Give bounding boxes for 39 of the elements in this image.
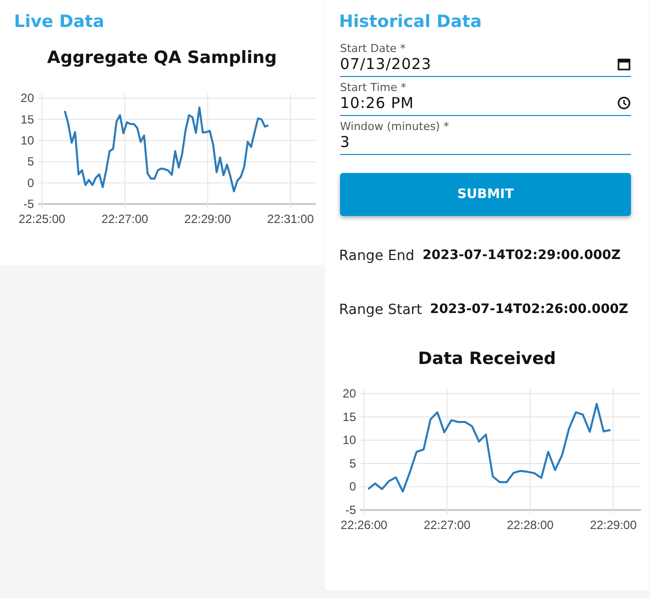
input-field[interactable]: Start Time * 10:26 PM [340,81,631,116]
axis-tick-label: 5 [349,456,356,470]
axis-tick-label: 22:27:00 [424,518,470,532]
field-value: 3 [340,133,350,151]
axis-tick-label: 10 [342,433,356,448]
chart-title: Aggregate QA Sampling [47,48,277,68]
axis-tick-label: 22:27:00 [101,212,148,226]
axis-tick-label: 22:26:00 [340,518,388,532]
section-heading: Historical Data [339,12,483,32]
input-field[interactable]: Window (minutes) * 3 [340,120,631,155]
axis-tick-label: 22:29:00 [184,212,231,226]
axis-tick-label: 22:28:00 [506,518,554,532]
axis-tick-label: 22:25:00 [18,212,66,226]
input-field[interactable]: Start Date * 07/13/2023 [340,42,631,77]
clock-icon[interactable] [617,96,631,110]
axis-tick-label: 22:31:00 [267,212,314,226]
section-heading: Live Data [14,12,106,32]
axis-tick-label: 5 [27,154,34,169]
axis-tick-label: -5 [345,503,356,517]
axis-tick-label: 22:29:00 [590,518,637,532]
field-label: Start Date * [340,42,406,55]
axis-tick-label: 20 [20,91,34,106]
field-value: 07/13/2023 [340,55,432,73]
range-value: 2023-07-14T02:26:00.000Z [430,302,628,317]
range-label: Range Start [339,302,422,318]
axis-tick-label: 15 [342,410,356,424]
axis-tick-label: 0 [349,480,356,494]
axis-tick-label: 15 [20,112,34,126]
range-label: Range End [339,248,414,264]
axis-tick-label: 0 [27,176,34,190]
calendar-icon[interactable] [617,57,631,71]
axis-tick-label: -5 [23,197,34,211]
axis-tick-label: 20 [342,386,356,401]
axis-tick-label: 10 [20,134,34,148]
field-value: 10:26 PM [340,94,414,112]
range-value: 2023-07-14T02:29:00.000Z [422,248,621,263]
field-label: Window (minutes) * [340,120,449,133]
chart-title: Data Received [418,349,556,369]
field-label: Start Time * [340,81,406,94]
